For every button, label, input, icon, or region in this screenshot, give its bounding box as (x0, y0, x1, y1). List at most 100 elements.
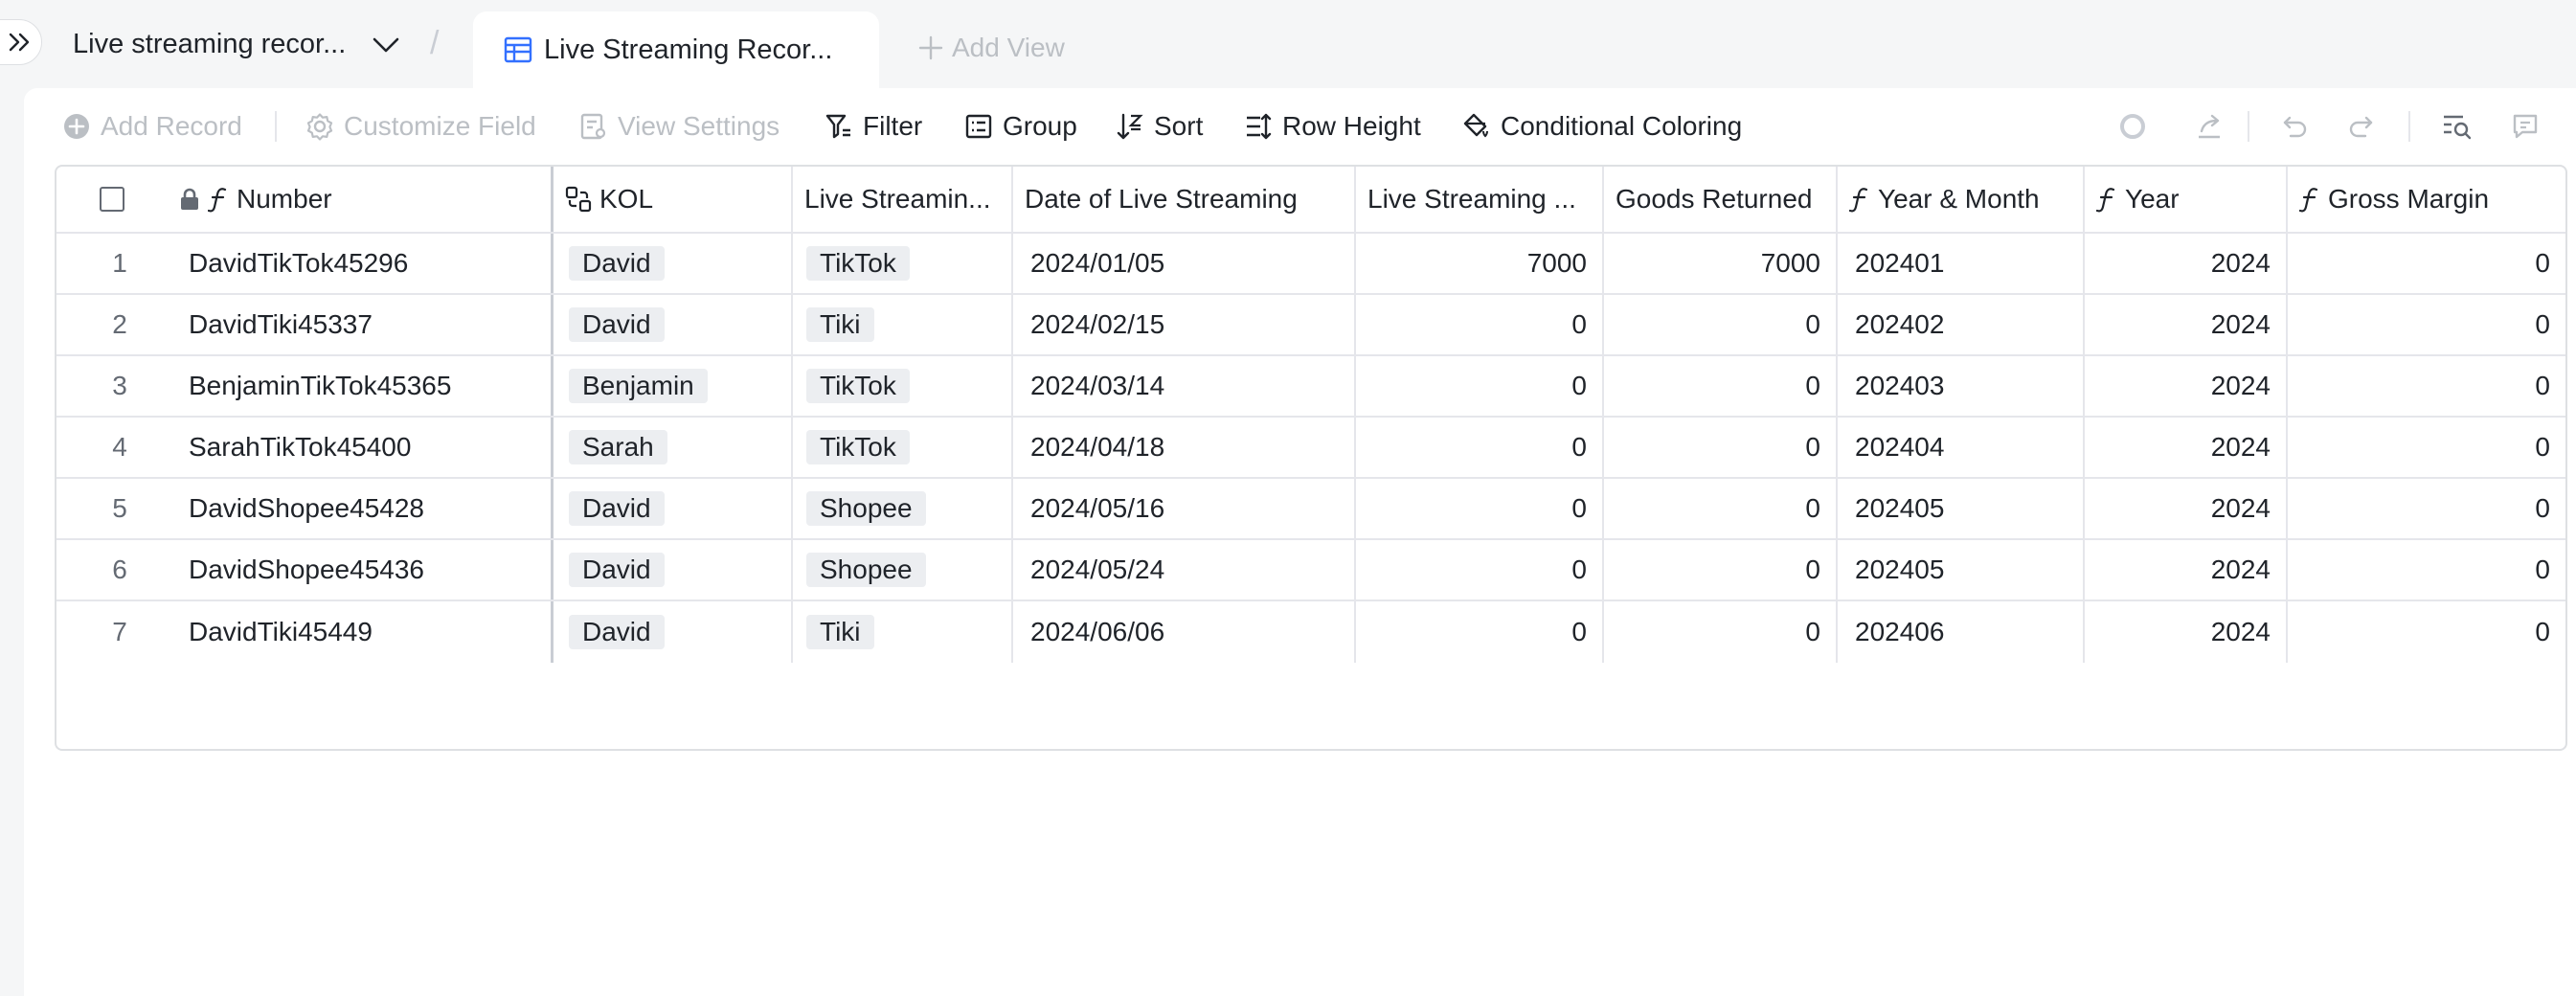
cell-year[interactable]: 2024 (2085, 601, 2288, 663)
cell-platform[interactable]: TikTok (793, 234, 1013, 293)
cell-goods-returned[interactable]: 0 (1604, 356, 1838, 416)
cell-sales[interactable]: 0 (1356, 540, 1604, 600)
cell-year[interactable]: 2024 (2085, 479, 2288, 538)
cell-gross-margin[interactable]: 0 (2288, 356, 2565, 416)
cell-number[interactable]: DavidTiki45449 (168, 601, 554, 663)
cell-goods-returned[interactable]: 0 (1604, 479, 1838, 538)
customize-field-button[interactable]: Customize Field (305, 109, 536, 144)
cell-kol[interactable]: David (554, 234, 793, 293)
cell-kol[interactable]: Sarah (554, 418, 793, 477)
cell-year-month[interactable]: 202401 (1838, 234, 2085, 293)
cell-platform[interactable]: Tiki (793, 295, 1013, 354)
cell-kol[interactable]: Benjamin (554, 356, 793, 416)
cell-year[interactable]: 2024 (2085, 234, 2288, 293)
group-button[interactable]: Group (964, 109, 1077, 144)
cell-platform[interactable]: TikTok (793, 418, 1013, 477)
column-header-number[interactable]: Number (168, 167, 554, 232)
column-header-label: Live Streamin... (804, 184, 991, 214)
add-view-button[interactable]: Add View (917, 33, 1065, 63)
cell-date[interactable]: 2024/03/14 (1013, 356, 1356, 416)
cell-year-month[interactable]: 202405 (1838, 479, 2085, 538)
add-record-button[interactable]: Add Record (62, 109, 242, 144)
cell-number[interactable]: DavidTikTok45296 (168, 234, 554, 293)
cell-number[interactable]: SarahTikTok45400 (168, 418, 554, 477)
sort-button[interactable]: Sort (1116, 109, 1203, 144)
cell-year[interactable]: 2024 (2085, 540, 2288, 600)
table-row[interactable]: 3 BenjaminTikTok45365 Benjamin TikTok 20… (56, 356, 2565, 418)
column-header-live-streaming-platform[interactable]: Live Streamin... (793, 167, 1013, 232)
column-header-year-month[interactable]: Year & Month (1838, 167, 2085, 232)
table-row[interactable]: 5 DavidShopee45428 David Shopee 2024/05/… (56, 479, 2565, 540)
cell-year-month[interactable]: 202406 (1838, 601, 2085, 663)
cell-year-month[interactable]: 202404 (1838, 418, 2085, 477)
cell-year[interactable]: 2024 (2085, 356, 2288, 416)
column-header-live-streaming-sales[interactable]: Live Streaming ... (1356, 167, 1604, 232)
conditional-coloring-button[interactable]: Conditional Coloring (1462, 109, 1742, 144)
cell-date[interactable]: 2024/02/15 (1013, 295, 1356, 354)
cell-number[interactable]: DavidTiki45337 (168, 295, 554, 354)
cell-gross-margin[interactable]: 0 (2288, 234, 2565, 293)
cell-gross-margin[interactable]: 0 (2288, 295, 2565, 354)
table-row[interactable]: 1 DavidTikTok45296 David TikTok 2024/01/… (56, 234, 2565, 295)
search-records-button[interactable] (2439, 109, 2474, 144)
table-name[interactable]: Live streaming recor... (73, 29, 346, 60)
cell-date[interactable]: 2024/01/05 (1013, 234, 1356, 293)
cell-date[interactable]: 2024/04/18 (1013, 418, 1356, 477)
table-row[interactable]: 4 SarahTikTok45400 Sarah TikTok 2024/04/… (56, 418, 2565, 479)
cell-kol[interactable]: David (554, 479, 793, 538)
cell-year-month[interactable]: 202405 (1838, 540, 2085, 600)
column-header-year[interactable]: Year (2085, 167, 2288, 232)
table-row[interactable]: 7 DavidTiki45449 David Tiki 2024/06/06 0… (56, 601, 2565, 663)
cell-kol[interactable]: David (554, 540, 793, 600)
filter-button[interactable]: Filter (825, 109, 922, 144)
cell-number[interactable]: DavidShopee45428 (168, 479, 554, 538)
cell-number[interactable]: BenjaminTikTok45365 (168, 356, 554, 416)
cell-number[interactable]: DavidShopee45436 (168, 540, 554, 600)
cell-kol[interactable]: David (554, 295, 793, 354)
cell-platform[interactable]: Shopee (793, 479, 1013, 538)
cell-goods-returned[interactable]: 7000 (1604, 234, 1838, 293)
column-header-kol[interactable]: KOL (554, 167, 793, 232)
cell-sales[interactable]: 0 (1356, 418, 1604, 477)
table-row[interactable]: 6 DavidShopee45436 David Shopee 2024/05/… (56, 540, 2565, 601)
column-header-gross-margin[interactable]: Gross Margin (2288, 167, 2565, 232)
cell-platform[interactable]: TikTok (793, 356, 1013, 416)
column-header-goods-returned[interactable]: Goods Returned (1604, 167, 1838, 232)
cell-gross-margin[interactable]: 0 (2288, 418, 2565, 477)
comments-button[interactable] (2508, 109, 2542, 144)
cell-date[interactable]: 2024/05/24 (1013, 540, 1356, 600)
cell-sales[interactable]: 7000 (1356, 234, 1604, 293)
row-height-button[interactable]: Row Height (1244, 109, 1421, 144)
cell-platform[interactable]: Tiki (793, 601, 1013, 663)
cell-gross-margin[interactable]: 0 (2288, 540, 2565, 600)
sync-button[interactable] (2115, 109, 2150, 144)
tab-grid-view[interactable]: Live Streaming Recor... (473, 11, 879, 88)
column-header-date[interactable]: Date of Live Streaming (1013, 167, 1356, 232)
table-row[interactable]: 2 DavidTiki45337 David Tiki 2024/02/15 0… (56, 295, 2565, 356)
cell-year[interactable]: 2024 (2085, 295, 2288, 354)
cell-date[interactable]: 2024/06/06 (1013, 601, 1356, 663)
redo-button[interactable] (2343, 109, 2378, 144)
cell-goods-returned[interactable]: 0 (1604, 295, 1838, 354)
cell-sales[interactable]: 0 (1356, 601, 1604, 663)
select-all-checkbox[interactable] (100, 187, 124, 212)
chevron-down-icon[interactable] (372, 36, 400, 54)
cell-platform[interactable]: Shopee (793, 540, 1013, 600)
cell-sales[interactable]: 0 (1356, 479, 1604, 538)
undo-button[interactable] (2278, 109, 2313, 144)
cell-goods-returned[interactable]: 0 (1604, 418, 1838, 477)
view-settings-button[interactable]: View Settings (579, 109, 780, 144)
share-button[interactable] (2192, 109, 2226, 144)
cell-gross-margin[interactable]: 0 (2288, 479, 2565, 538)
cell-goods-returned[interactable]: 0 (1604, 540, 1838, 600)
expand-sidebar-button[interactable] (0, 19, 42, 65)
cell-year[interactable]: 2024 (2085, 418, 2288, 477)
cell-year-month[interactable]: 202402 (1838, 295, 2085, 354)
cell-gross-margin[interactable]: 0 (2288, 601, 2565, 663)
cell-year-month[interactable]: 202403 (1838, 356, 2085, 416)
cell-kol[interactable]: David (554, 601, 793, 663)
cell-goods-returned[interactable]: 0 (1604, 601, 1838, 663)
cell-sales[interactable]: 0 (1356, 295, 1604, 354)
cell-date[interactable]: 2024/05/16 (1013, 479, 1356, 538)
cell-sales[interactable]: 0 (1356, 356, 1604, 416)
